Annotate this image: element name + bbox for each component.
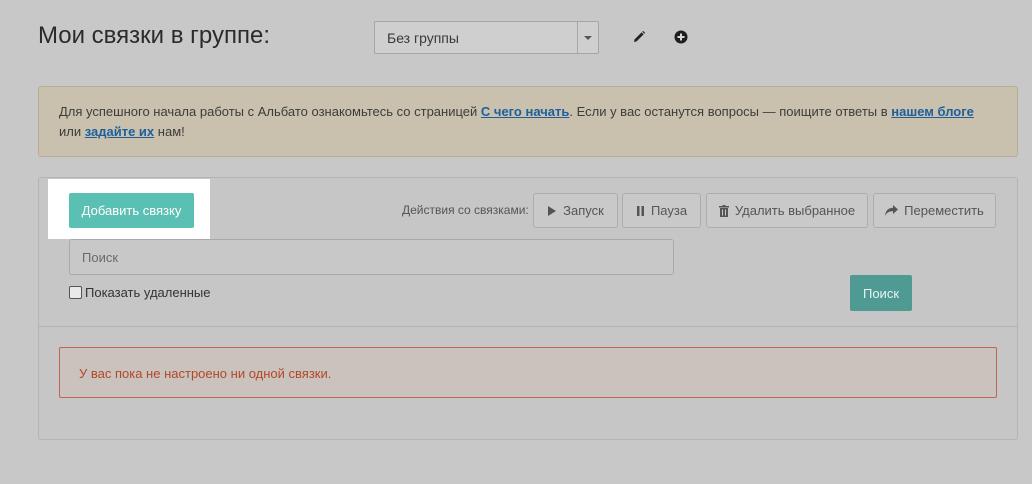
empty-message: У вас пока не настроено ни одной связки. xyxy=(79,366,332,381)
divider xyxy=(39,326,1017,327)
actions-label: Действия со связками: xyxy=(402,203,529,217)
trash-icon xyxy=(718,204,729,217)
info-text: или xyxy=(59,124,85,139)
add-bundle-button[interactable]: Добавить связку xyxy=(69,193,194,228)
group-select[interactable]: Без группы xyxy=(374,21,599,54)
empty-alert: У вас пока не настроено ни одной связки. xyxy=(59,347,997,398)
start-label: Запуск xyxy=(563,203,604,218)
pause-button[interactable]: Пауза xyxy=(622,193,701,228)
show-deleted-label: Показать удаленные xyxy=(85,285,211,300)
group-select-value: Без группы xyxy=(387,30,459,46)
plus-circle-icon xyxy=(674,30,688,44)
search-button[interactable]: Поиск xyxy=(850,275,912,311)
play-icon xyxy=(548,205,557,216)
move-button[interactable]: Переместить xyxy=(873,193,996,228)
info-text: Для успешного начала работы с Альбато оз… xyxy=(59,104,481,119)
info-text: нам! xyxy=(154,124,185,139)
search-input[interactable] xyxy=(69,239,674,275)
ask-link[interactable]: задайте их xyxy=(85,124,154,139)
blog-link[interactable]: нашем блоге xyxy=(891,104,974,119)
info-alert: Для успешного начала работы с Альбато оз… xyxy=(38,86,1018,157)
pause-icon xyxy=(636,205,644,216)
delete-selected-button[interactable]: Удалить выбранное xyxy=(706,193,868,228)
page-title: Мои связки в группе: xyxy=(38,22,270,49)
pause-label: Пауза xyxy=(650,203,688,218)
getting-started-link[interactable]: С чего начать xyxy=(481,104,569,119)
show-deleted-checkbox[interactable] xyxy=(69,286,82,299)
add-group-button[interactable] xyxy=(672,28,690,46)
delete-label: Удалить выбранное xyxy=(734,203,856,218)
share-arrow-icon xyxy=(885,205,899,216)
edit-group-button[interactable] xyxy=(630,28,648,46)
info-text: . Если у вас останутся вопросы — поищите… xyxy=(569,104,892,119)
chevron-down-icon xyxy=(584,36,592,40)
start-button[interactable]: Запуск xyxy=(533,193,618,228)
move-label: Переместить xyxy=(904,203,984,218)
group-select-toggle[interactable] xyxy=(577,22,598,53)
show-deleted-row[interactable]: Показать удаленные xyxy=(69,285,211,300)
pencil-icon xyxy=(634,30,646,42)
